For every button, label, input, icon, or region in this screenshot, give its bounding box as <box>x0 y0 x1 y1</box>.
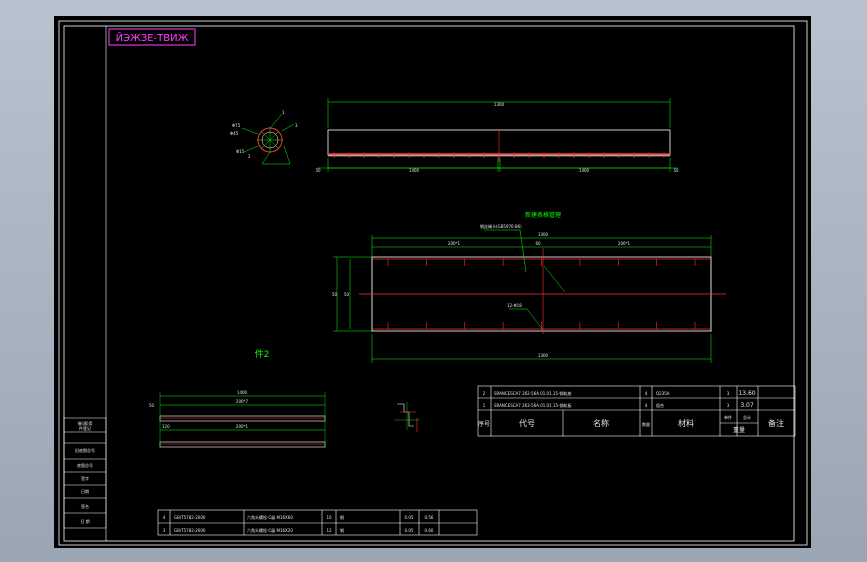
section-leader-note: 12-Φ18 <box>507 303 522 308</box>
top-view-beam <box>317 98 678 172</box>
left-col-item: 日期 <box>81 488 89 494</box>
circle-dim-label: Φ75 <box>232 123 241 128</box>
bom-cell: Q235A <box>656 391 670 396</box>
bom-cell: 4 <box>645 391 648 396</box>
bom-header: 材料 <box>678 418 694 428</box>
bom-lower-cell: GB/T5782-2000 <box>174 515 206 520</box>
section-height-outer: 50 <box>332 292 338 297</box>
left-column-table <box>63 417 107 529</box>
top-right-dim: 1400 <box>579 168 590 173</box>
top-left-dim: 1400 <box>409 168 420 173</box>
bom-header: 序号 <box>478 420 490 428</box>
bom-cell: 3 <box>727 403 730 408</box>
bom-lower-cell: 3 <box>163 528 166 533</box>
bom-lower-cell: 0.05 <box>405 528 414 533</box>
sheet-inner-frame <box>63 25 795 542</box>
section-view-title: 新建表格管理 <box>525 211 561 219</box>
section-left-sub: 200*1 <box>448 241 461 246</box>
bom-lower-cell: 10 <box>326 515 332 520</box>
top-end-dim-left: 50 <box>315 168 321 173</box>
bom-lower-cell: 12 <box>326 528 332 533</box>
strip-lower-end: 120 <box>162 424 170 429</box>
section-leader-note: 钢丝绳卡(GB5976-86) <box>480 223 522 229</box>
bom-lower-cell: 六角头螺栓-C级 M16X20 <box>247 527 293 533</box>
section-right-sub: 200*1 <box>618 241 631 246</box>
bom-lower-cell: 4 <box>163 515 166 520</box>
bom-header: 总计 <box>743 414 751 420</box>
bom-cell: SRANCESCA7 263-56A.01.01.15-钢轨板 <box>494 402 571 408</box>
bom-header: 代号 <box>519 418 535 428</box>
title-tag: ЙЭЖЗЕ-ТВИЖ <box>116 31 189 44</box>
left-col-item: 底图总号 <box>77 462 93 468</box>
bom-lower-cell: 钢 <box>340 514 344 520</box>
bom-lower-cell: 钢 <box>340 527 344 533</box>
strip-lower-sub: 200*1 <box>236 424 249 429</box>
callout-number: 1 <box>282 110 285 115</box>
bom-cell: 2 <box>483 391 486 396</box>
left-col-item: 件登记 <box>79 425 91 431</box>
callout-number: 2 <box>248 154 251 159</box>
left-col-item: 旧底图总号 <box>75 447 95 453</box>
bom-header: 单件 <box>724 414 732 420</box>
bom-lower-cell: 六角头螺栓-C级 M16X60 <box>247 514 293 520</box>
section-top-dim: 1300 <box>538 232 549 237</box>
strip-upper-dim: 1400 <box>237 390 248 395</box>
section-height-inner: 50 <box>344 292 350 297</box>
bom-lower-cell: 0.05 <box>405 515 414 520</box>
callout-number: 3 <box>295 123 298 128</box>
bom-cell: 组合 <box>656 402 664 408</box>
circle-dim-label: Φ15 <box>236 149 245 154</box>
section-bottom-dim: 1300 <box>538 353 549 358</box>
bom-header: 备注 <box>768 418 784 428</box>
bom-cell: 13.60 <box>738 390 755 397</box>
bom-header: 重量 <box>733 426 745 434</box>
sheet-outer-frame <box>58 20 808 546</box>
bom-cell: 3 <box>727 391 730 396</box>
bom-lower-cell: 0.60 <box>425 528 434 533</box>
bom-lower-cell: GB/T5782-2000 <box>174 528 206 533</box>
bom-cell: SRANCESCA7 262-56A.01.01.15-钢轨座 <box>494 390 571 396</box>
top-overall-dim: 1300 <box>494 102 505 107</box>
bom-cell: 3.07 <box>740 402 754 409</box>
strip-upper-end: 50 <box>149 403 155 408</box>
top-end-dim-right: 50 <box>673 168 679 173</box>
left-col-item: 签字 <box>81 475 89 481</box>
section-mid-sub: 60 <box>535 241 541 246</box>
section-view-plate <box>333 229 726 363</box>
bom-header: 数量 <box>642 421 650 427</box>
part-label: 件2 <box>255 348 270 360</box>
left-col-item: 日 期 <box>80 518 89 524</box>
strip-upper-sub: 200*7 <box>236 399 249 404</box>
bom-cell: 4 <box>645 403 648 408</box>
bom-cell: 1 <box>483 403 486 408</box>
left-col-item: 签名 <box>81 503 89 509</box>
cad-viewport[interactable]: ЙЭЖЗЕ-ТВИЖ 借(通)用 件登记 旧底图总号 底图总号 签字 日期 签名… <box>54 16 811 548</box>
drawing-canvas[interactable]: ЙЭЖЗЕ-ТВИЖ 借(通)用 件登记 旧底图总号 底图总号 签字 日期 签名… <box>54 16 811 548</box>
circle-dim-label: Φ45 <box>230 131 239 136</box>
bom-lower-cell: 0.56 <box>425 515 434 520</box>
bom-header: 名称 <box>593 418 609 428</box>
bracket-detail <box>394 402 420 432</box>
